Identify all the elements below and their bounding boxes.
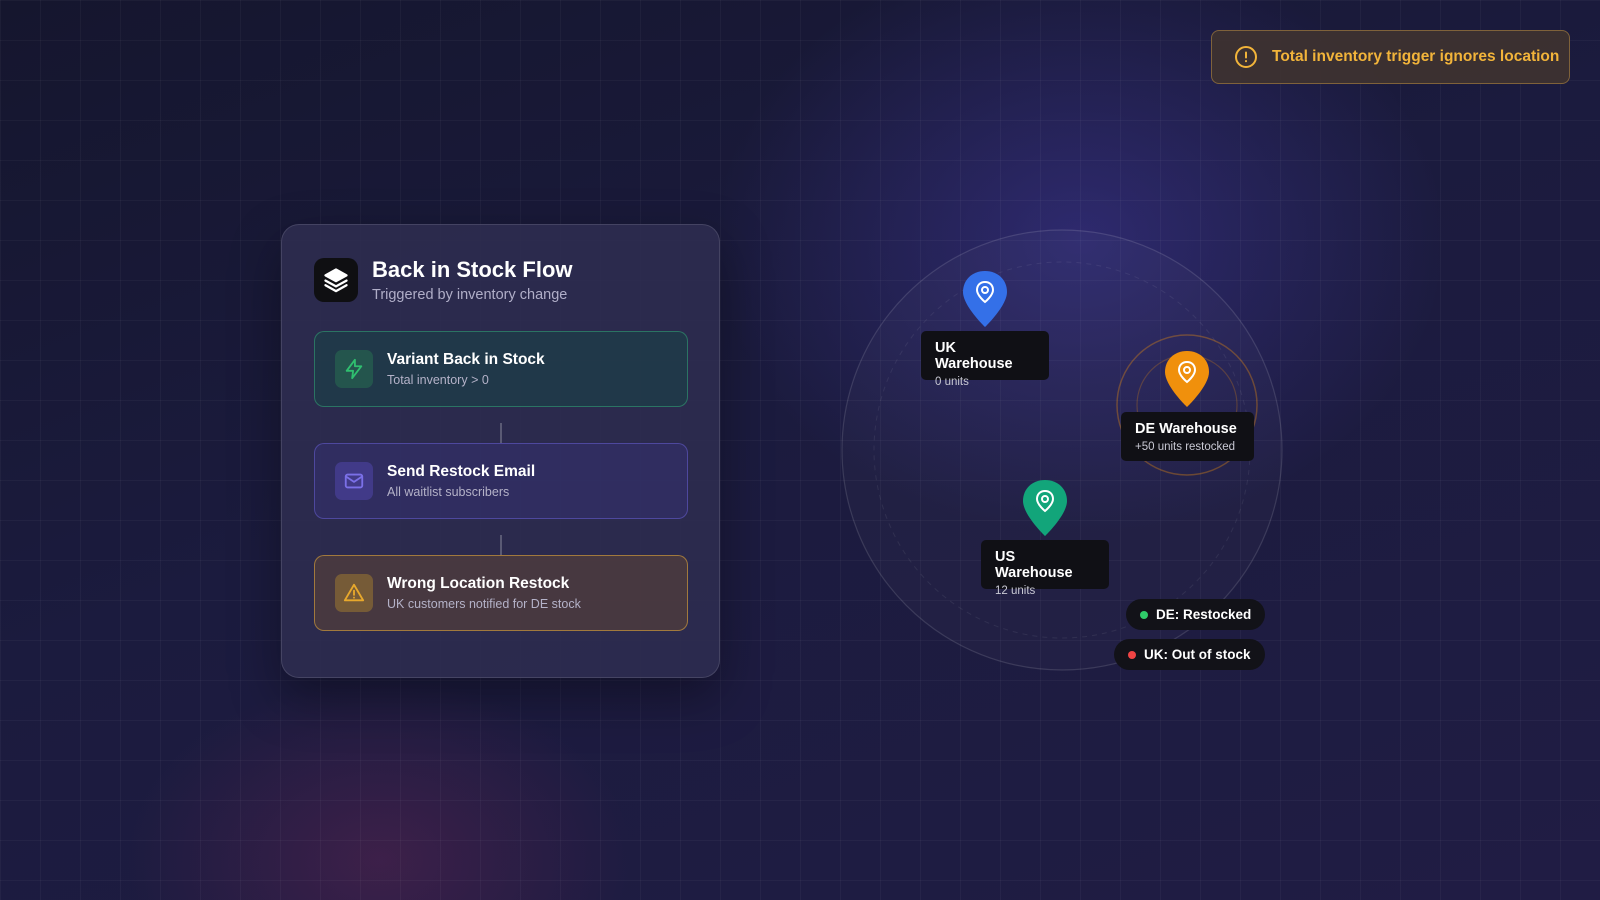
de-warehouse-label: DE Warehouse +50 units restocked xyxy=(1121,412,1254,461)
warehouse-name: UK Warehouse xyxy=(935,340,1013,372)
step-subtitle: All waitlist subscribers xyxy=(387,485,510,499)
flow-card: Back in Stock Flow Triggered by inventor… xyxy=(281,224,720,678)
status-dot-red xyxy=(1128,650,1136,659)
us-location-pin-icon[interactable] xyxy=(1020,478,1070,538)
legend-de-restocked: DE: Restocked xyxy=(1126,599,1266,630)
step-wrong-location[interactable]: Wrong Location Restock UK customers noti… xyxy=(314,555,688,631)
alert-text: Total inventory trigger ignores location xyxy=(1272,48,1560,65)
legend-uk-out-of-stock: UK: Out of stock xyxy=(1114,639,1265,670)
flow-title: Back in Stock Flow xyxy=(372,257,573,282)
step-title: Send Restock Email xyxy=(387,463,536,480)
connector-arrow xyxy=(500,423,502,443)
connector-arrow xyxy=(500,535,502,555)
step-trigger[interactable]: Variant Back in Stock Total inventory > … xyxy=(314,331,688,407)
uk-warehouse-label: UK Warehouse 0 units xyxy=(921,331,1049,388)
step-send-email[interactable]: Send Restock Email All waitlist subscrib… xyxy=(314,443,688,519)
legend-label: UK: Out of stock xyxy=(1144,647,1251,662)
warehouse-units: 0 units xyxy=(935,376,969,388)
de-location-pin-icon[interactable] xyxy=(1162,349,1212,409)
uk-location-pin-icon[interactable] xyxy=(960,269,1010,329)
alert-circle-icon xyxy=(1234,45,1258,69)
layers-icon xyxy=(314,258,358,302)
mail-icon xyxy=(335,462,373,500)
warning-icon xyxy=(335,574,373,612)
legend-label: DE: Restocked xyxy=(1156,607,1252,622)
warehouse-units: 12 units xyxy=(995,585,1036,597)
warehouse-name: DE Warehouse xyxy=(1135,421,1237,437)
step-subtitle: Total inventory > 0 xyxy=(387,373,489,387)
warehouse-units: +50 units restocked xyxy=(1135,441,1236,453)
status-dot-green xyxy=(1140,610,1148,619)
inventory-alert-banner[interactable]: Total inventory trigger ignores location xyxy=(1211,30,1570,84)
warehouse-name: US Warehouse xyxy=(995,549,1073,581)
step-title: Variant Back in Stock xyxy=(387,351,545,368)
flow-header: Back in Stock Flow Triggered by inventor… xyxy=(314,257,573,303)
flow-subtitle: Triggered by inventory change xyxy=(372,287,568,303)
lightning-icon xyxy=(335,350,373,388)
us-warehouse-label: US Warehouse 12 units xyxy=(981,540,1109,597)
step-title: Wrong Location Restock xyxy=(387,575,570,592)
map-rings xyxy=(841,229,1283,671)
step-subtitle: UK customers notified for DE stock xyxy=(387,597,581,611)
